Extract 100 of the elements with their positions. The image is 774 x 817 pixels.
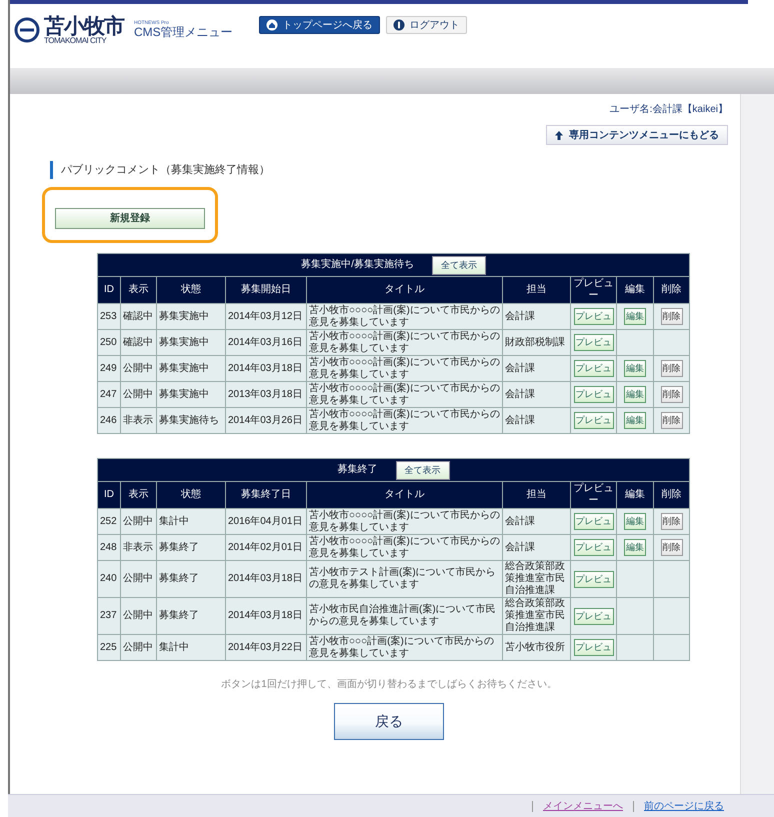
table-cell: 237 bbox=[98, 598, 120, 634]
table-cell: 苫小牧市○○○○計画(案)について市民からの意見を募集しています bbox=[306, 304, 502, 330]
table-cell: 公開中 bbox=[120, 598, 156, 634]
table-cell: 公開中 bbox=[120, 382, 156, 408]
column-header: ID bbox=[98, 276, 120, 304]
table-cell: 248 bbox=[98, 534, 120, 560]
delete-button[interactable]: 削除 bbox=[660, 513, 682, 530]
new-entry-button[interactable]: 新規登録 bbox=[55, 208, 205, 228]
top-page-button[interactable]: トップページへ戻る bbox=[258, 16, 380, 34]
table-cell: 公開中 bbox=[120, 356, 156, 382]
content-menu-button[interactable]: 専用コンテンツメニューにもどる bbox=[546, 125, 728, 145]
table-title: 募集実施中/募集実施待ち bbox=[301, 259, 414, 271]
table-cell: 苫小牧市○○○○計画(案)について市民からの意見を募集しています bbox=[306, 356, 502, 382]
preview-button[interactable]: プレビュ bbox=[574, 412, 614, 429]
table-cell: 募集終了 bbox=[156, 560, 226, 598]
preview-button[interactable]: プレビュ bbox=[574, 360, 614, 377]
table-cell: 会計課 bbox=[502, 534, 570, 560]
table-cell: 募集実施中 bbox=[156, 304, 226, 330]
table-cell: 公開中 bbox=[120, 560, 156, 598]
notice-text: ボタンは1回だけ押して、画面が切り替わるまでしばらくお待ちください。 bbox=[220, 678, 558, 691]
table-cell: 公開中 bbox=[120, 508, 156, 534]
section-heading: パブリックコメント（募集実施終了情報） bbox=[50, 161, 728, 179]
table-cell: 募集実施待ち bbox=[156, 408, 226, 434]
edit-button[interactable]: 編集 bbox=[624, 513, 646, 530]
preview-button[interactable]: プレビュ bbox=[574, 608, 614, 624]
table-cell: 募集実施中 bbox=[156, 356, 226, 382]
edit-button[interactable]: 編集 bbox=[624, 360, 646, 377]
table-cell: 募集終了 bbox=[156, 598, 226, 634]
edit-button[interactable]: 編集 bbox=[624, 308, 646, 325]
table-cell: 2014年03月18日 bbox=[226, 598, 306, 634]
edit-button[interactable]: 編集 bbox=[624, 539, 646, 556]
column-header: 担当 bbox=[502, 276, 570, 304]
table-cell: 苫小牧市○○○○計画(案)について市民からの意見を募集しています bbox=[306, 408, 502, 434]
user-name: ユーザ名:会計課【kaikei】 bbox=[610, 102, 728, 116]
table-cell: 募集実施中 bbox=[156, 382, 226, 408]
column-header: ID bbox=[98, 482, 120, 508]
table-cell: 252 bbox=[98, 508, 120, 534]
delete-button[interactable]: 削除 bbox=[660, 386, 683, 403]
table-title: 募集終了 bbox=[338, 464, 378, 476]
footer-link[interactable]: メインメニューへ bbox=[543, 799, 623, 813]
table-cell: 253 bbox=[98, 304, 120, 330]
column-header: タイトル bbox=[306, 482, 502, 508]
edit-button[interactable]: 編集 bbox=[624, 412, 646, 429]
table-cell: 2014年03月18日 bbox=[226, 560, 306, 598]
delete-button[interactable]: 削除 bbox=[660, 412, 683, 429]
preview-button[interactable]: プレビュ bbox=[574, 386, 614, 403]
show-all-button[interactable]: 全て表示 bbox=[396, 460, 450, 480]
delete-button[interactable]: 削除 bbox=[660, 308, 683, 325]
preview-button[interactable]: プレビュ bbox=[574, 539, 614, 556]
column-header: 募集終了日 bbox=[226, 482, 306, 508]
table-cell: 246 bbox=[98, 408, 120, 434]
table-cell: 苫小牧市○○○○計画(案)について市民からの意見を募集しています bbox=[306, 330, 502, 356]
delete-button[interactable]: 削除 bbox=[660, 539, 682, 556]
table-cell: 苫小牧市○○○計画(案)について市民からの意見を募集しています bbox=[306, 634, 502, 660]
table-cell: 2014年02月01日 bbox=[226, 534, 306, 560]
preview-button[interactable]: プレビュ bbox=[574, 334, 614, 351]
preview-button[interactable]: プレビュ bbox=[574, 639, 614, 656]
table-cell: 総合政策部政策推進室市民自治推進課 bbox=[502, 598, 570, 634]
table-cell: 財政部税制課 bbox=[502, 330, 570, 356]
table-cell: 240 bbox=[98, 560, 120, 598]
table-cell: 苫小牧市役所 bbox=[502, 634, 570, 660]
table-cell: 250 bbox=[98, 330, 120, 356]
preview-button[interactable]: プレビュ bbox=[574, 513, 614, 530]
show-all-button[interactable]: 全て表示 bbox=[432, 256, 486, 274]
table-cell: 苫小牧市○○○○計画(案)について市民からの意見を募集しています bbox=[306, 382, 502, 408]
preview-button[interactable]: プレビュ bbox=[574, 308, 614, 325]
table-cell: 集計中 bbox=[156, 508, 226, 534]
table-cell: 苫小牧市○○○○計画(案)について市民からの意見を募集しています bbox=[306, 508, 502, 534]
table-cell: 公開中 bbox=[120, 634, 156, 660]
table-cell: 総合政策部政策推進室市民自治推進課 bbox=[502, 560, 570, 598]
table-cell: 2014年03月18日 bbox=[226, 356, 306, 382]
footer-link[interactable]: 前のページに戻る bbox=[644, 799, 724, 813]
table-cell: 募集実施中 bbox=[156, 330, 226, 356]
column-header: 編集 bbox=[616, 276, 654, 304]
column-header: プレビュー bbox=[570, 482, 616, 508]
table-cell: 2014年03月26日 bbox=[226, 408, 306, 434]
power-icon bbox=[392, 19, 405, 31]
column-header: 状態 bbox=[156, 482, 226, 508]
table-cell: 確認中 bbox=[120, 330, 156, 356]
city-emblem-icon bbox=[14, 17, 40, 43]
column-header: 表示 bbox=[120, 276, 156, 304]
preview-button[interactable]: プレビュ bbox=[574, 570, 614, 588]
home-icon bbox=[266, 19, 278, 31]
column-header: プレビュー bbox=[570, 276, 616, 304]
back-button[interactable]: 戻る bbox=[334, 703, 444, 740]
logout-button[interactable]: ログアウト bbox=[386, 16, 467, 34]
column-header: 削除 bbox=[654, 482, 690, 508]
table-cell: 会計課 bbox=[502, 508, 570, 534]
table-cell: 会計課 bbox=[502, 408, 570, 434]
table-cell: 確認中 bbox=[120, 304, 156, 330]
table-cell: 2014年03月16日 bbox=[226, 330, 306, 356]
table-cell: 2016年04月01日 bbox=[226, 508, 306, 534]
app-title: CMS管理メニュー bbox=[134, 26, 233, 40]
table-cell: 2013年03月18日 bbox=[226, 382, 306, 408]
column-header: 表示 bbox=[120, 482, 156, 508]
edit-button[interactable]: 編集 bbox=[624, 386, 646, 403]
delete-button[interactable]: 削除 bbox=[660, 360, 683, 377]
table-cell: 募集終了 bbox=[156, 534, 226, 560]
table-cell: 会計課 bbox=[502, 356, 570, 382]
column-header: 担当 bbox=[502, 482, 570, 508]
